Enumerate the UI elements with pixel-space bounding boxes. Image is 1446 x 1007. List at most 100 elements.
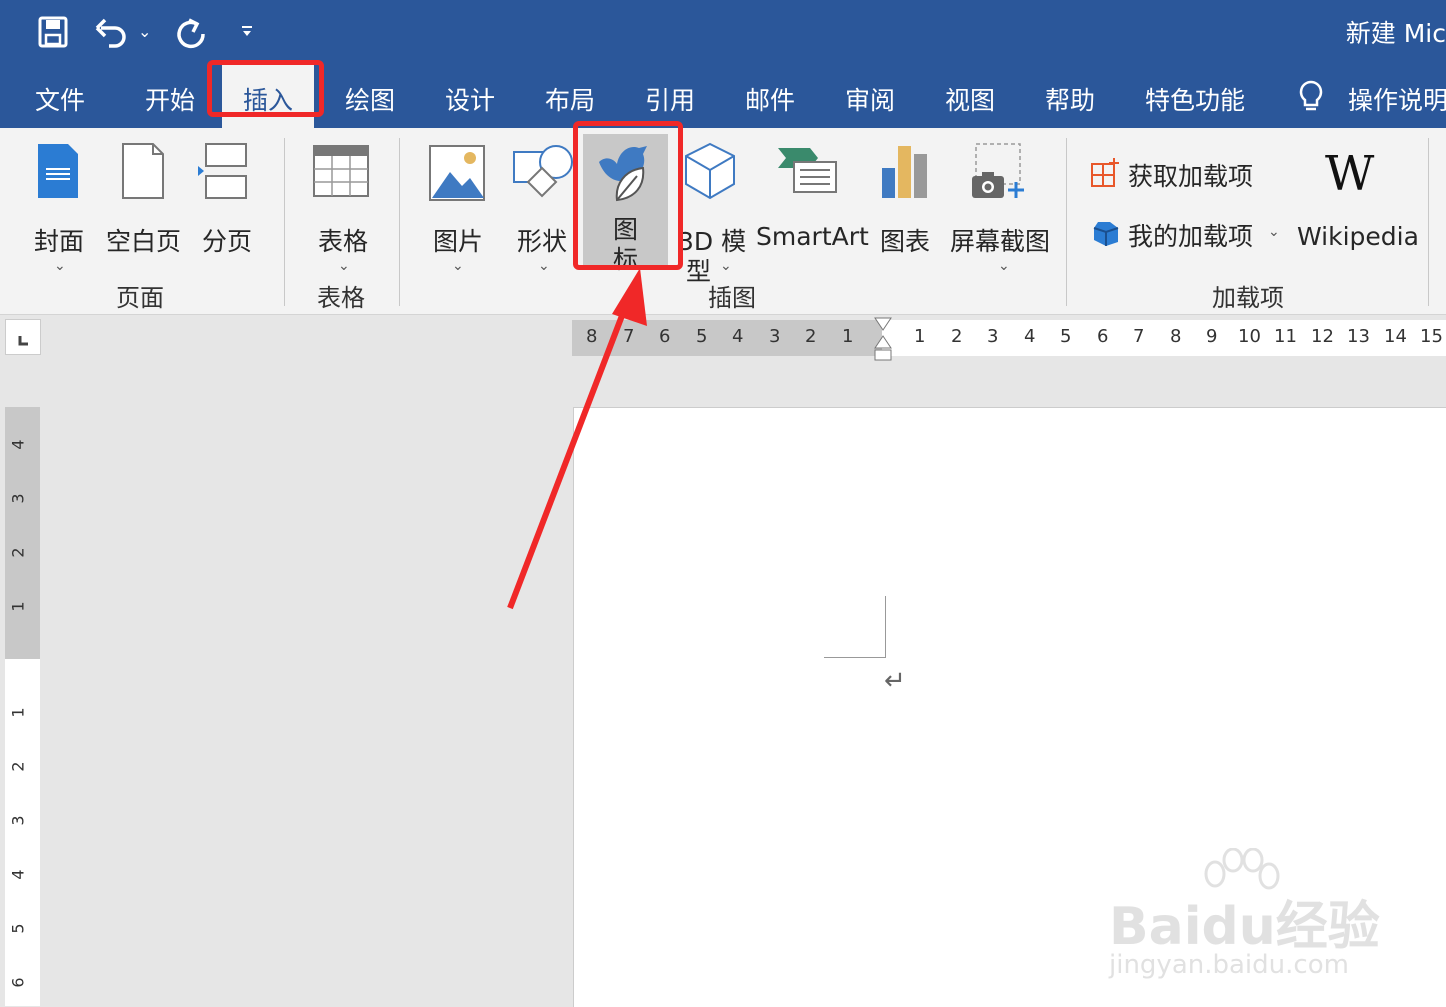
ruler-number: 1 [842,326,854,347]
tab-mailings[interactable]: 邮件 [745,81,795,117]
blank-page-icon [122,143,164,199]
vertical-ruler-numbers: 1 2 3 4 5 6 [5,659,40,1006]
tab-review[interactable]: 审阅 [845,81,895,117]
tab-help[interactable]: 帮助 [1045,81,1095,117]
chevron-down-icon: ⌄ [538,258,550,274]
chart-label: 图表 [880,227,931,256]
ruler-number: 6 [8,977,28,988]
screenshot-button[interactable]: 屏幕截图 ⌄ [948,142,1050,274]
undo-icon[interactable] [95,16,129,48]
shapes-label: 形状 [517,227,568,256]
table-button[interactable]: 表格 ⌄ [310,144,374,274]
wikipedia-button[interactable]: W Wikipedia [1295,142,1419,252]
ruler-number: 3 [8,493,28,504]
ruler-number: 4 [8,869,28,880]
watermark-brand: Baidu经验 [1109,897,1380,957]
chevron-down-icon: ⌄ [338,258,350,274]
ruler-number: 13 [1347,326,1370,347]
addin-cube-icon [1093,222,1119,246]
chevron-down-icon: ⌄ [54,258,66,274]
indent-marker[interactable] [874,316,892,362]
ruler-number: 11 [1274,326,1297,347]
ruler-number: 5 [8,923,28,934]
my-addins-label: 我的加载项 [1128,222,1254,251]
ruler-number: 3 [8,815,28,826]
save-icon[interactable] [38,16,68,48]
screenshot-camera-icon [972,143,1024,198]
ruler-number: 10 [1238,326,1261,347]
group-separator [399,138,400,306]
customize-qat-icon[interactable] [240,24,254,42]
chart-button[interactable]: 图表 [872,142,938,256]
get-addins-label: 获取加载项 [1128,162,1254,191]
chevron-down-icon: ⌄ [1268,224,1280,240]
redo-icon[interactable] [175,16,207,50]
blank-page-label: 空白页 [106,227,182,256]
tab-layout[interactable]: 布局 [545,81,595,117]
page-break-button[interactable]: 分页 [196,142,256,256]
smartart-button[interactable]: SmartArt [754,142,869,252]
document-title: 新建 Mic [1345,19,1446,48]
chart-icon [882,146,927,198]
tab-references[interactable]: 引用 [645,81,695,117]
chevron-down-icon: ⌄ [720,258,732,274]
group-separator [1428,138,1429,306]
tab-file[interactable]: 文件 [35,81,85,117]
baidu-watermark: Baidu经验 jingyan.baidu.com [1109,848,1446,998]
my-addins-button[interactable]: 我的加载项 ⌄ [1088,216,1288,252]
ruler-number: 5 [696,326,708,347]
smartart-label: SmartArt [756,222,869,251]
lightbulb-icon[interactable] [1297,79,1325,115]
ruler-number: 7 [1133,326,1145,347]
3d-models-button[interactable]: 3D 模 型 ⌄ [678,142,746,286]
page-break-icon [198,143,247,199]
wikipedia-label: Wikipedia [1297,222,1419,251]
cover-page-button[interactable]: 封面 ⌄ [28,142,88,274]
ruler-number: 2 [951,326,963,347]
vertical-ruler-margin: 4 3 2 1 [5,407,40,659]
undo-dropdown-icon[interactable]: ⌄ [138,22,151,41]
table-icon [313,145,369,197]
store-grid-icon [1091,158,1119,187]
shapes-button[interactable]: 形状 ⌄ [508,140,578,274]
ruler-number: 2 [8,547,28,558]
tab-view[interactable]: 视图 [945,81,995,117]
ruler-number: 8 [586,326,598,347]
title-bar: ⌄ 新建 Mic [0,0,1446,65]
ruler-number: 4 [8,439,28,450]
ruler-number: 9 [1206,326,1218,347]
blank-page-button[interactable]: 空白页 [105,142,185,256]
ruler-number: 6 [1097,326,1109,347]
table-label: 表格 [318,227,369,256]
chevron-down-icon: ⌄ [998,258,1010,274]
highlight-box-insert-tab [207,60,324,117]
smartart-icon [778,148,837,193]
wikipedia-logo-icon: W [1325,146,1375,202]
horizontal-ruler-margin: 8 7 6 5 4 3 2 1 [572,320,882,356]
watermark-url: jingyan.baidu.com [1109,950,1349,980]
tell-me-search[interactable]: 操作说明 [1348,81,1446,117]
group-label-pages: 页面 [116,284,164,312]
get-addins-button[interactable]: 获取加载项 [1088,156,1258,192]
cube-icon [685,142,735,200]
ruler-number: 6 [659,326,671,347]
group-separator [1066,138,1067,306]
tab-home[interactable]: 开始 [145,81,195,117]
pictures-button[interactable]: 图片 ⌄ [424,142,494,274]
pictures-label: 图片 [433,227,484,256]
page-break-label: 分页 [202,227,253,256]
screenshot-label: 屏幕截图 [950,227,1051,256]
ruler-number: 5 [1060,326,1072,347]
ruler-number: 3 [769,326,781,347]
ruler-number: 4 [732,326,744,347]
tab-design[interactable]: 设计 [445,81,495,117]
paragraph-mark: ↵ [884,666,906,696]
ruler-number: 3 [987,326,999,347]
tab-special-features[interactable]: 特色功能 [1145,81,1245,117]
ruler-number: 15 [1420,326,1443,347]
document-page[interactable]: ↵ Baidu经验 jingyan.baidu.com [573,407,1446,1007]
ruler-number: 1 [914,326,926,347]
tab-draw[interactable]: 绘图 [345,81,395,117]
tab-stop-selector[interactable] [5,319,41,355]
picture-icon [429,145,485,201]
